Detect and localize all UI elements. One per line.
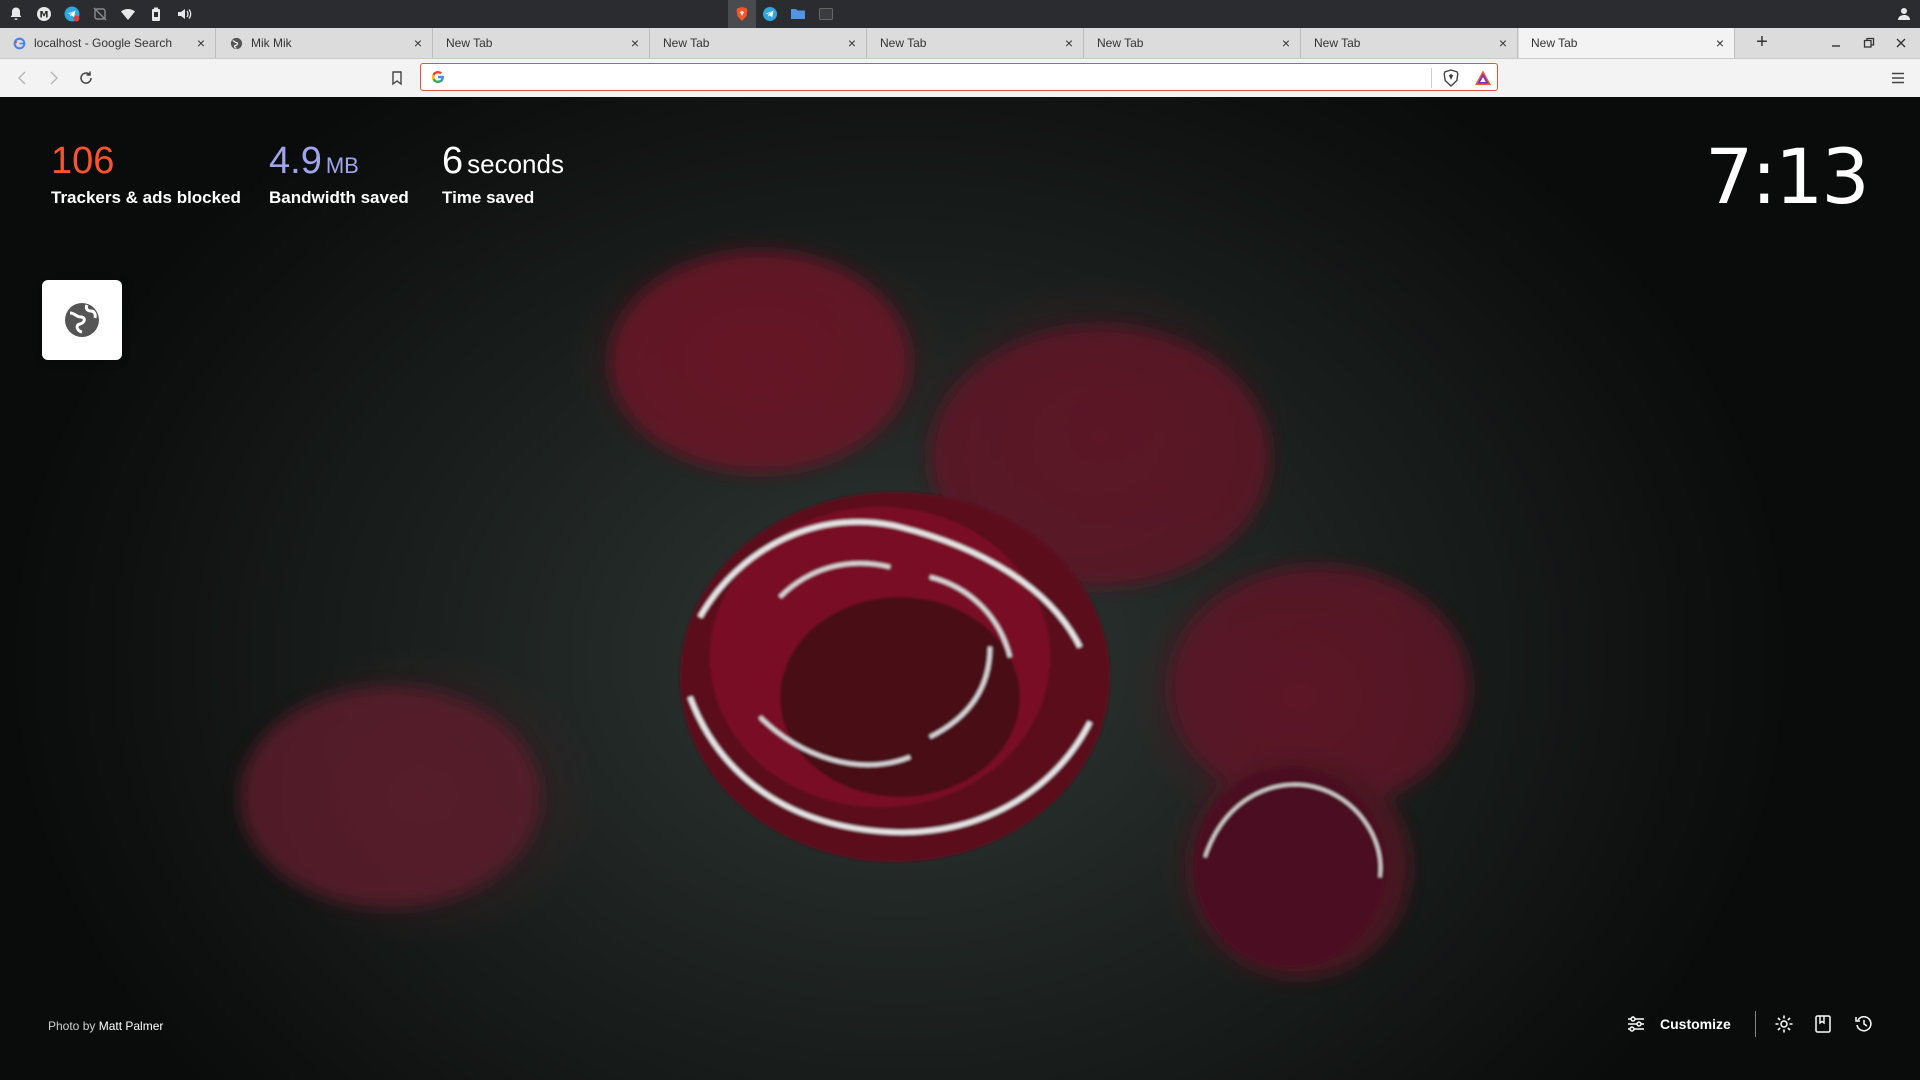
- back-icon[interactable]: [12, 68, 32, 88]
- time-saved-unit: seconds: [467, 149, 564, 179]
- tab-close-button[interactable]: ×: [844, 35, 860, 51]
- bookmarks-icon[interactable]: [1811, 1012, 1835, 1036]
- wifi-icon[interactable]: [114, 0, 142, 28]
- user-icon[interactable]: [1890, 0, 1918, 28]
- reload-icon[interactable]: [76, 68, 96, 88]
- tab-close-button[interactable]: ×: [627, 35, 643, 51]
- brave-icon[interactable]: [728, 0, 756, 28]
- forward-icon[interactable]: [44, 68, 64, 88]
- clock: 7:13: [1705, 132, 1870, 221]
- tab-title: New Tab: [1531, 36, 1578, 50]
- globe-icon: [65, 303, 99, 337]
- stat-time-saved: 6 seconds Time saved: [442, 140, 564, 208]
- time-saved-label: Time saved: [442, 188, 535, 207]
- tab-google-search[interactable]: localhost - Google Search ×: [0, 28, 216, 58]
- trackers-count: 106: [51, 140, 115, 182]
- minimize-icon[interactable]: [1826, 33, 1846, 53]
- bookmark-icon[interactable]: [387, 68, 407, 88]
- tab-new-tab-active[interactable]: New Tab ×: [1519, 28, 1735, 58]
- bandwidth-unit: MB: [325, 153, 359, 178]
- tab-title: New Tab: [1097, 36, 1144, 50]
- globe-icon: [229, 36, 243, 50]
- tab-new-tab[interactable]: New Tab ×: [434, 28, 650, 58]
- divider: [1431, 68, 1432, 88]
- address-bar[interactable]: [420, 63, 1498, 91]
- terminal-icon[interactable]: [812, 0, 840, 28]
- tab-close-button[interactable]: ×: [193, 35, 209, 51]
- photo-credit: Photo by Matt Palmer: [48, 1019, 163, 1033]
- tab-close-button[interactable]: ×: [410, 35, 426, 51]
- bandwidth-value: 4.9: [269, 140, 322, 182]
- tab-title: New Tab: [663, 36, 710, 50]
- close-window-icon[interactable]: [1891, 33, 1911, 53]
- tab-title: New Tab: [1314, 36, 1361, 50]
- photo-credit-author[interactable]: Matt Palmer: [99, 1019, 164, 1033]
- stat-bandwidth: 4.9 MB Bandwidth saved: [269, 140, 409, 208]
- tab-title: New Tab: [880, 36, 927, 50]
- history-icon[interactable]: [1852, 1012, 1876, 1036]
- menu-icon[interactable]: [1888, 68, 1908, 88]
- battery-icon[interactable]: [142, 0, 170, 28]
- customize-button[interactable]: Customize: [1626, 1012, 1731, 1036]
- system-panel: M: [0, 0, 1920, 28]
- tab-new-tab[interactable]: New Tab ×: [868, 28, 1084, 58]
- restore-icon[interactable]: [1859, 33, 1879, 53]
- brave-rewards-icon[interactable]: [1473, 68, 1493, 88]
- divider: [1755, 1011, 1756, 1037]
- new-tab-page: 106 Trackers & ads blocked 4.9 MB Bandwid…: [0, 97, 1920, 1080]
- sliders-icon: [1628, 1016, 1644, 1032]
- trackers-label: Trackers & ads blocked: [51, 188, 241, 207]
- url-input[interactable]: [451, 67, 1455, 89]
- settings-gear-icon[interactable]: [1772, 1012, 1796, 1036]
- tab-title: Mik Mik: [251, 36, 292, 50]
- tab-new-tab[interactable]: New Tab ×: [1302, 28, 1518, 58]
- tab-mik-mik[interactable]: Mik Mik ×: [217, 28, 433, 58]
- google-icon: [431, 70, 444, 84]
- new-tab-button[interactable]: +: [1750, 31, 1774, 55]
- tab-new-tab[interactable]: New Tab ×: [651, 28, 867, 58]
- top-site-tile[interactable]: [42, 280, 122, 360]
- tab-close-button[interactable]: ×: [1712, 35, 1728, 51]
- brave-shields-icon[interactable]: [1441, 68, 1461, 88]
- volume-icon[interactable]: [170, 0, 198, 28]
- photo-credit-prefix: Photo by: [48, 1019, 99, 1033]
- svg-text:M: M: [40, 11, 49, 21]
- browser-toolbar: [0, 59, 1920, 98]
- folder-icon[interactable]: [784, 0, 812, 28]
- tab-title: localhost - Google Search: [34, 36, 173, 50]
- background-photo: [240, 252, 1470, 977]
- mail-icon[interactable]: M: [30, 0, 58, 28]
- tab-close-button[interactable]: ×: [1495, 35, 1511, 51]
- telegram-icon[interactable]: [58, 0, 86, 28]
- time-saved-value: 6: [442, 140, 464, 182]
- tab-strip: localhost - Google Search × Mik Mik × Ne…: [0, 28, 1920, 59]
- tab-title: New Tab: [446, 36, 493, 50]
- customize-label: Customize: [1660, 1016, 1731, 1032]
- google-icon: [12, 36, 26, 50]
- tab-new-tab[interactable]: New Tab ×: [1085, 28, 1301, 58]
- stat-trackers: 106 Trackers & ads blocked: [51, 140, 241, 208]
- no-network-icon[interactable]: [86, 0, 114, 28]
- telegram-icon[interactable]: [756, 0, 784, 28]
- bandwidth-label: Bandwidth saved: [269, 188, 409, 207]
- bell-icon[interactable]: [2, 0, 30, 28]
- tab-close-button[interactable]: ×: [1278, 35, 1294, 51]
- tab-close-button[interactable]: ×: [1061, 35, 1077, 51]
